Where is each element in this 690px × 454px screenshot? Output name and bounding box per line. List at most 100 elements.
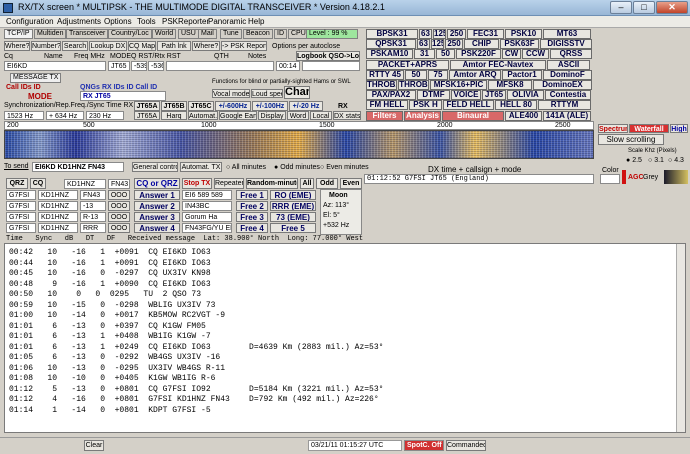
- odd-minutes-option[interactable]: ● Odd minutes: [274, 163, 320, 172]
- tab-beacon[interactable]: Beacon: [243, 29, 273, 39]
- mode-button[interactable]: 141A (ALE): [543, 110, 591, 121]
- commanded-button[interactable]: Commanded: [446, 440, 486, 451]
- cq-button[interactable]: CQ: [30, 178, 46, 189]
- mode-button[interactable]: 125: [433, 29, 446, 39]
- rst-rcvd-field[interactable]: -536: [148, 61, 164, 71]
- general-control-button[interactable]: General control: [132, 162, 178, 172]
- tx-row-c5[interactable]: FN43FG/YU EMEG/H: [182, 223, 232, 233]
- tab-country[interactable]: Country/Loc: [108, 29, 152, 39]
- loud-speed-button[interactable]: Loud speed: [251, 89, 283, 98]
- tx-row-macro[interactable]: Free 5: [270, 223, 316, 233]
- tab-tune[interactable]: Tune: [220, 29, 242, 39]
- mode-button[interactable]: Amtor ARQ: [449, 69, 501, 80]
- random-minutes-button[interactable]: Random-minutes: [246, 178, 298, 189]
- rx-scrollbar[interactable]: [676, 244, 685, 432]
- mode-button[interactable]: HELL 80: [495, 100, 537, 111]
- spotc-field[interactable]: SpotC. Off: [404, 440, 444, 451]
- even-button[interactable]: Even: [340, 178, 362, 189]
- tx-row-macro[interactable]: 73 (EME): [270, 212, 316, 222]
- odd-button[interactable]: Odd: [316, 178, 338, 189]
- mode-button[interactable]: ALE400: [505, 110, 542, 121]
- jt65b-button[interactable]: JT65B: [161, 101, 187, 111]
- where-button[interactable]: Where?: [4, 41, 30, 51]
- scale-opt-3[interactable]: ○ 4.3: [668, 156, 684, 165]
- mode-button[interactable]: PSK H: [409, 100, 442, 111]
- tx-row-c4[interactable]: OOO: [108, 201, 130, 211]
- mode-field[interactable]: JT65: [108, 61, 130, 71]
- tx-row-macro[interactable]: RRR (EME): [270, 201, 316, 211]
- mode-button[interactable]: MFSK16+PIC: [430, 80, 487, 90]
- call-ids-label[interactable]: Call IDs ID: [6, 83, 41, 92]
- tx-row-c5[interactable]: EI6 589 589: [182, 190, 232, 200]
- mode-button[interactable]: MT63: [543, 29, 591, 39]
- tab-usu[interactable]: USU: [178, 29, 199, 39]
- agc-label[interactable]: AGC: [628, 173, 644, 182]
- mode-button[interactable]: CW: [502, 49, 521, 60]
- tab-tcpip[interactable]: TCP/IP: [4, 29, 33, 39]
- tx-row-c5[interactable]: Gorum Ha: [182, 212, 232, 222]
- mode-button[interactable]: 63: [419, 29, 432, 39]
- mode-button[interactable]: THROBX: [366, 80, 397, 90]
- word-button[interactable]: Word: [287, 111, 309, 120]
- mode-button[interactable]: VOICE: [451, 90, 481, 101]
- tx-row-c4[interactable]: OOO: [108, 190, 130, 200]
- qth-field[interactable]: [166, 61, 274, 71]
- mode-button[interactable]: PSKAM10: [366, 49, 413, 60]
- tx-row-macro[interactable]: RO (EME): [270, 190, 316, 200]
- lookup-dx-button[interactable]: Lookup DX: [89, 41, 127, 51]
- jt65c-button[interactable]: JT65C: [188, 101, 214, 111]
- tab-transceiver[interactable]: Transceiver: [66, 29, 109, 39]
- mode-button[interactable]: FM HELL: [366, 100, 408, 111]
- tx-row-c4[interactable]: OOO: [108, 212, 130, 222]
- menu-options[interactable]: Options: [104, 17, 132, 26]
- tx-row-c4[interactable]: OOO: [108, 223, 130, 233]
- mode-button[interactable]: PACKET+APRS: [366, 59, 449, 70]
- mode-button[interactable]: DominoF: [543, 69, 592, 80]
- qrz-button[interactable]: QRZ: [6, 178, 28, 189]
- notes-field[interactable]: [302, 61, 360, 71]
- my-call-field[interactable]: KD1HNZ: [64, 179, 106, 189]
- waterfall-display[interactable]: [4, 130, 594, 159]
- menu-help[interactable]: Help: [248, 17, 264, 26]
- mode-button[interactable]: BPSK31: [366, 29, 418, 39]
- even-minutes-option[interactable]: ○ Even minutes: [320, 163, 369, 172]
- menu-panoramic[interactable]: Panoramic: [208, 17, 246, 26]
- afc-jt65a[interactable]: JT65A: [134, 111, 160, 120]
- maximize-button[interactable]: □: [633, 1, 655, 14]
- range-600-button[interactable]: +/-600Hz: [215, 101, 251, 111]
- tx-row-free[interactable]: Free 3: [236, 212, 268, 222]
- mode-button[interactable]: 31: [414, 49, 435, 60]
- mode-button[interactable]: CCW: [522, 49, 549, 60]
- mode-button[interactable]: PAX/PAX2: [366, 90, 416, 101]
- mode-button[interactable]: PSK63F: [500, 39, 539, 50]
- mode-button[interactable]: ASCII: [547, 59, 590, 70]
- jt65a-button[interactable]: JT65A: [134, 101, 160, 111]
- tab-world[interactable]: World: [152, 29, 177, 39]
- mode-button[interactable]: Binaural: [442, 110, 504, 121]
- mode-button[interactable]: 125: [431, 39, 444, 50]
- rx-text-area[interactable]: 00:42 10 -16 1 +0091 CQ EI6KD IO63 00:44 …: [4, 243, 686, 433]
- harq-button[interactable]: Harq: [161, 111, 187, 120]
- clear-button[interactable]: Clear: [84, 440, 104, 451]
- mode-button[interactable]: 50: [405, 69, 427, 80]
- high-tab[interactable]: High: [670, 124, 688, 133]
- waterfall-tab[interactable]: Waterfall: [629, 124, 669, 133]
- tx-row-ans[interactable]: Answer 4: [134, 223, 180, 233]
- menu-adjustments[interactable]: Adjustments: [57, 17, 101, 26]
- tab-id[interactable]: ID: [274, 29, 287, 39]
- mode-button[interactable]: DIGISSTV: [540, 39, 592, 50]
- all-minutes-option[interactable]: ○ All minutes: [226, 163, 266, 172]
- dx-stats-button[interactable]: DX stats: [333, 111, 361, 120]
- message-tab[interactable]: MESSAGE TX: [10, 73, 62, 83]
- logbook-button[interactable]: Logbook QSO->Log: [296, 51, 360, 61]
- display-button[interactable]: Display: [258, 111, 286, 120]
- tx-row-free[interactable]: Free 1: [236, 190, 268, 200]
- psk-reporter-button[interactable]: -> PSK Reporter: [221, 41, 267, 51]
- range-100-button[interactable]: +/-100Hz: [252, 101, 288, 111]
- mode-button[interactable]: QRSS: [550, 49, 592, 60]
- my-grid-field[interactable]: FN43: [108, 179, 130, 189]
- tx-row-free[interactable]: Free 4: [236, 223, 268, 233]
- mode-button[interactable]: DTMF: [417, 90, 450, 101]
- path-link-button[interactable]: Path lnk: [157, 41, 191, 51]
- cq-map-button[interactable]: CQ Map: [128, 41, 156, 51]
